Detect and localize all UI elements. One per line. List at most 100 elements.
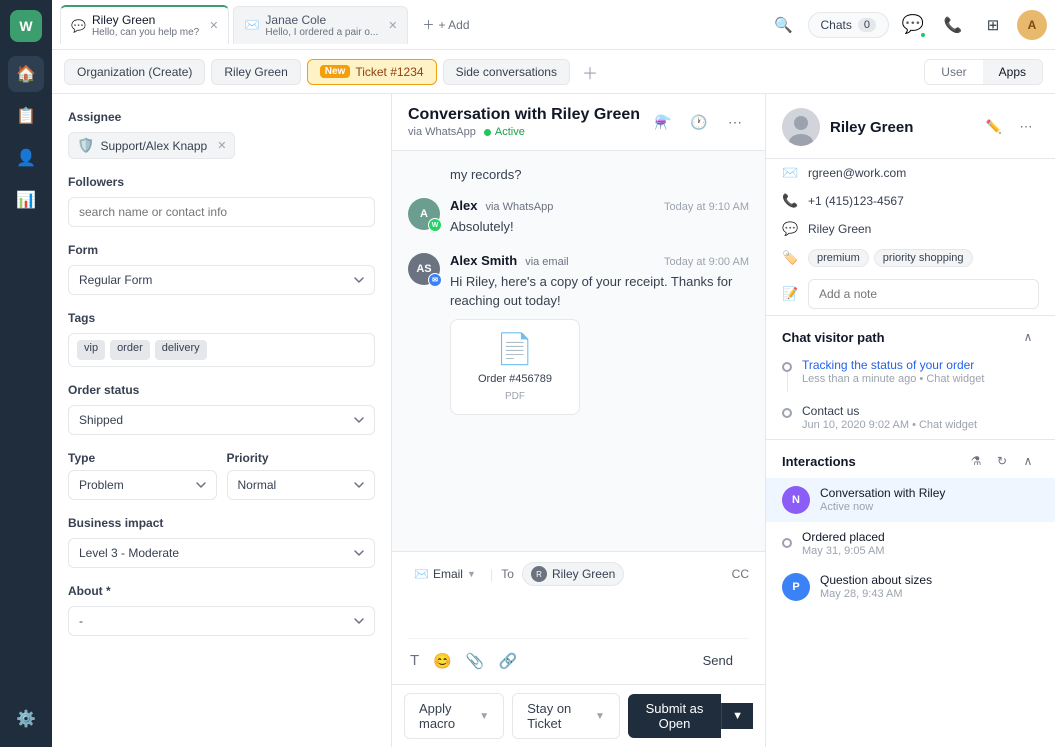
- middle-panel: Conversation with Riley Green via WhatsA…: [392, 94, 765, 747]
- stay-on-ticket-button[interactable]: Stay on Ticket ▼: [512, 693, 620, 739]
- type-select[interactable]: Problem: [68, 470, 217, 500]
- whatsapp-icon: W: [428, 218, 442, 232]
- nav-reports[interactable]: 📊: [8, 182, 44, 218]
- refresh-interactions-button[interactable]: ↻: [991, 450, 1013, 472]
- send-button[interactable]: Send: [687, 647, 749, 674]
- order-status-select[interactable]: Shipped: [68, 405, 375, 435]
- vp-line-1: [787, 372, 788, 392]
- ticket-tab[interactable]: New Ticket #1234: [307, 59, 437, 85]
- tab-close-1[interactable]: ✕: [209, 19, 218, 32]
- tag-delivery: delivery: [155, 340, 207, 360]
- side-conv-tab[interactable]: Side conversations: [443, 59, 570, 85]
- attachment-type: PDF: [505, 391, 525, 402]
- compose-area: ✉️ Email ▼ | To R Riley Green CC T 😊: [392, 551, 765, 684]
- recipient-chip[interactable]: R Riley Green: [522, 562, 624, 586]
- tab-add-icon[interactable]: ＋: [576, 60, 604, 84]
- text-format-tool[interactable]: T: [408, 650, 421, 671]
- search-button[interactable]: 🔍: [768, 9, 800, 41]
- apps-tab[interactable]: Apps: [983, 60, 1042, 84]
- vp-content-1: Tracking the status of your order Less t…: [802, 358, 1039, 392]
- email-icon-compose: ✉️: [414, 567, 429, 581]
- tab-title-2: Janae Cole: [265, 13, 378, 27]
- user-avatar[interactable]: A: [1017, 10, 1047, 40]
- right-panel: Riley Green ✏️ ⋯ ✉️ rgreen@work.com 📞 +1…: [765, 94, 1055, 747]
- about-select[interactable]: -: [68, 606, 375, 636]
- app-logo[interactable]: W: [10, 10, 42, 42]
- business-impact-select[interactable]: Level 3 - Moderate: [68, 538, 375, 568]
- msg-text-2: Hi Riley, here's a copy of your receipt.…: [450, 272, 749, 311]
- message-continuation: my records?: [408, 167, 749, 182]
- nav-settings[interactable]: ⚙️: [8, 701, 44, 737]
- attachment-card[interactable]: 📄 Order #456789 PDF: [450, 319, 580, 415]
- assignee-chip[interactable]: 🛡️ Support/Alex Knapp ✕: [68, 132, 235, 159]
- compose-type-selector[interactable]: ✉️ Email ▼: [408, 564, 482, 584]
- vp-dot-col-1: [782, 358, 792, 392]
- nav-home[interactable]: 🏠: [8, 56, 44, 92]
- more-button[interactable]: ⋯: [721, 108, 749, 136]
- int-meta-2: May 31, 9:05 AM: [802, 545, 1039, 557]
- int-content-2: Ordered placed May 31, 9:05 AM: [802, 530, 1039, 557]
- tab-riley-green[interactable]: 💬 Riley Green Hello, can you help me? ✕: [60, 5, 229, 44]
- priority-select[interactable]: Normal: [227, 470, 376, 500]
- nav-contacts[interactable]: 👤: [8, 140, 44, 176]
- chats-button[interactable]: Chats 0: [808, 12, 889, 38]
- history-button[interactable]: 🕐: [685, 108, 713, 136]
- interaction-2[interactable]: Ordered placed May 31, 9:05 AM: [766, 522, 1055, 565]
- emoji-tool[interactable]: 😊: [431, 650, 454, 672]
- tag-detail-icon: 🏷️: [782, 250, 798, 266]
- business-impact-label: Business impact: [68, 516, 375, 530]
- link-tool[interactable]: 🔗: [497, 650, 520, 672]
- vp-dot-2: [782, 408, 792, 418]
- vp-title-1[interactable]: Tracking the status of your order: [802, 358, 1039, 372]
- tab-close-2[interactable]: ✕: [388, 19, 397, 32]
- filter-interactions-button[interactable]: ⚗: [965, 450, 987, 472]
- interaction-3[interactable]: P Question about sizes May 28, 9:43 AM: [766, 565, 1055, 609]
- compose-body[interactable]: [408, 594, 749, 630]
- note-input[interactable]: [808, 279, 1039, 309]
- secondary-tabs: Organization (Create) Riley Green New Ti…: [52, 50, 1055, 94]
- contact-tab[interactable]: Riley Green: [211, 59, 300, 85]
- msg-text-1: Absolutely!: [450, 217, 749, 237]
- grid-button[interactable]: ⊞: [977, 9, 1009, 41]
- contact-whatsapp: 💬 Riley Green: [766, 215, 1055, 243]
- phone-button[interactable]: 📞: [937, 9, 969, 41]
- cc-button[interactable]: CC: [732, 567, 749, 581]
- macro-button[interactable]: Apply macro ▼: [404, 693, 504, 739]
- vp-meta-1: Less than a minute ago • Chat widget: [802, 373, 1039, 385]
- messages-area: my records? A W Alex via WhatsApp Today …: [392, 151, 765, 551]
- nav-tickets[interactable]: 📋: [8, 98, 44, 134]
- filter-button[interactable]: ⚗️: [649, 108, 677, 136]
- tab-janae-cole[interactable]: ✉️ Janae Cole Hello, I ordered a pair o.…: [233, 6, 408, 44]
- tag-priority-shopping: priority shopping: [874, 249, 973, 267]
- submit-dropdown-button[interactable]: ▼: [721, 703, 753, 729]
- edit-contact-button[interactable]: ✏️: [981, 114, 1007, 140]
- conversation-header: Conversation with Riley Green via WhatsA…: [392, 94, 765, 151]
- user-tab[interactable]: User: [925, 60, 982, 84]
- interaction-1[interactable]: N Conversation with Riley Active now: [766, 478, 1055, 522]
- contact-note-row: 📝: [766, 273, 1055, 315]
- interactions-title: Interactions: [782, 454, 856, 469]
- note-detail-icon: 📝: [782, 286, 798, 302]
- tab-icon-email: ✉️: [244, 18, 259, 32]
- attach-tool[interactable]: 📎: [464, 650, 487, 672]
- int-content-1: Conversation with Riley Active now: [820, 486, 1039, 513]
- form-section: Form Regular Form: [68, 243, 375, 295]
- support-icon: 🛡️: [77, 137, 94, 154]
- collapse-interactions-button[interactable]: ∧: [1017, 450, 1039, 472]
- contact-tags: premium priority shopping: [808, 249, 973, 267]
- followers-search[interactable]: [68, 197, 375, 227]
- tab-add[interactable]: ＋ + Add: [412, 12, 479, 37]
- tags-container[interactable]: vip order delivery: [68, 333, 375, 367]
- whatsapp-detail-icon: 💬: [782, 221, 798, 237]
- org-tab[interactable]: Organization (Create): [64, 59, 205, 85]
- visitor-path-item-1: Tracking the status of your order Less t…: [766, 354, 1055, 400]
- chip-remove-icon[interactable]: ✕: [217, 139, 226, 152]
- chat-icon-btn[interactable]: 💬: [897, 9, 929, 41]
- submit-main-button[interactable]: Submit as Open: [628, 694, 721, 738]
- form-select[interactable]: Regular Form: [68, 265, 375, 295]
- collapse-visitor-path-button[interactable]: ∧: [1017, 326, 1039, 348]
- attachment-name: Order #456789: [478, 373, 552, 385]
- msg-via-2: via email: [525, 256, 568, 268]
- pdf-icon: 📄: [496, 332, 533, 367]
- more-contact-button[interactable]: ⋯: [1013, 114, 1039, 140]
